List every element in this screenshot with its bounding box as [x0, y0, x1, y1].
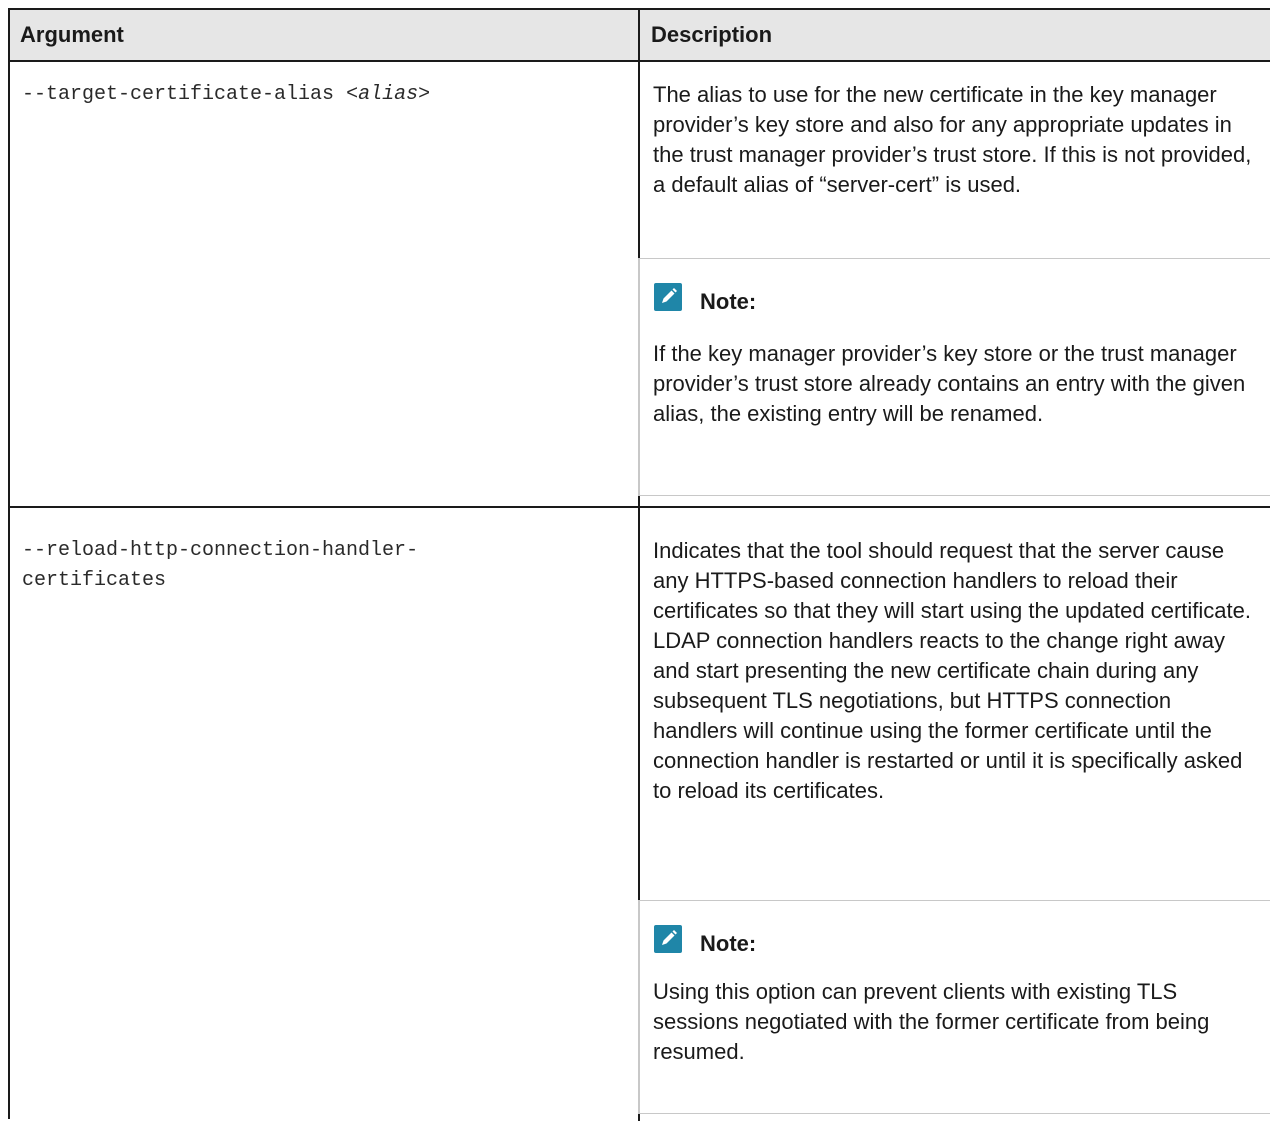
note-target-certificate-alias: Note: If the key manager provider’s key …: [638, 258, 1270, 496]
arguments-table: Argument Description --target-certificat…: [8, 8, 1270, 1121]
header-divider: [10, 60, 1270, 62]
argument-line-1: --reload-http-connection-handler-: [22, 539, 419, 562]
table-header: Argument Description: [10, 10, 1270, 60]
argument-line-2: certificates: [22, 569, 167, 592]
pencil-note-icon: [654, 283, 682, 311]
note-reload-http-connection-handler-certificates: Note: Using this option can prevent clie…: [638, 900, 1270, 1114]
argument-option: --target-certificate-alias: [22, 83, 347, 106]
pencil-note-icon: [654, 925, 682, 953]
header-description: Description: [651, 22, 773, 47]
argument-reload-http-connection-handler-certificates: --reload-http-connection-handler-certifi…: [22, 536, 418, 596]
argument-target-certificate-alias: --target-certificate-alias <alias>: [22, 80, 430, 110]
note-title: Note:: [700, 289, 757, 314]
header-argument: Argument: [20, 22, 124, 47]
note-text: Using this option can prevent clients wi…: [653, 979, 1210, 1064]
note-title: Note:: [700, 931, 757, 956]
description-reload-http-connection-handler-certificates: Indicates that the tool should request t…: [653, 538, 1251, 803]
row-divider: [10, 506, 1270, 508]
argument-value: <alias>: [346, 83, 431, 106]
description-target-certificate-alias: The alias to use for the new certificate…: [653, 82, 1252, 197]
note-text: If the key manager provider’s key store …: [653, 341, 1246, 426]
